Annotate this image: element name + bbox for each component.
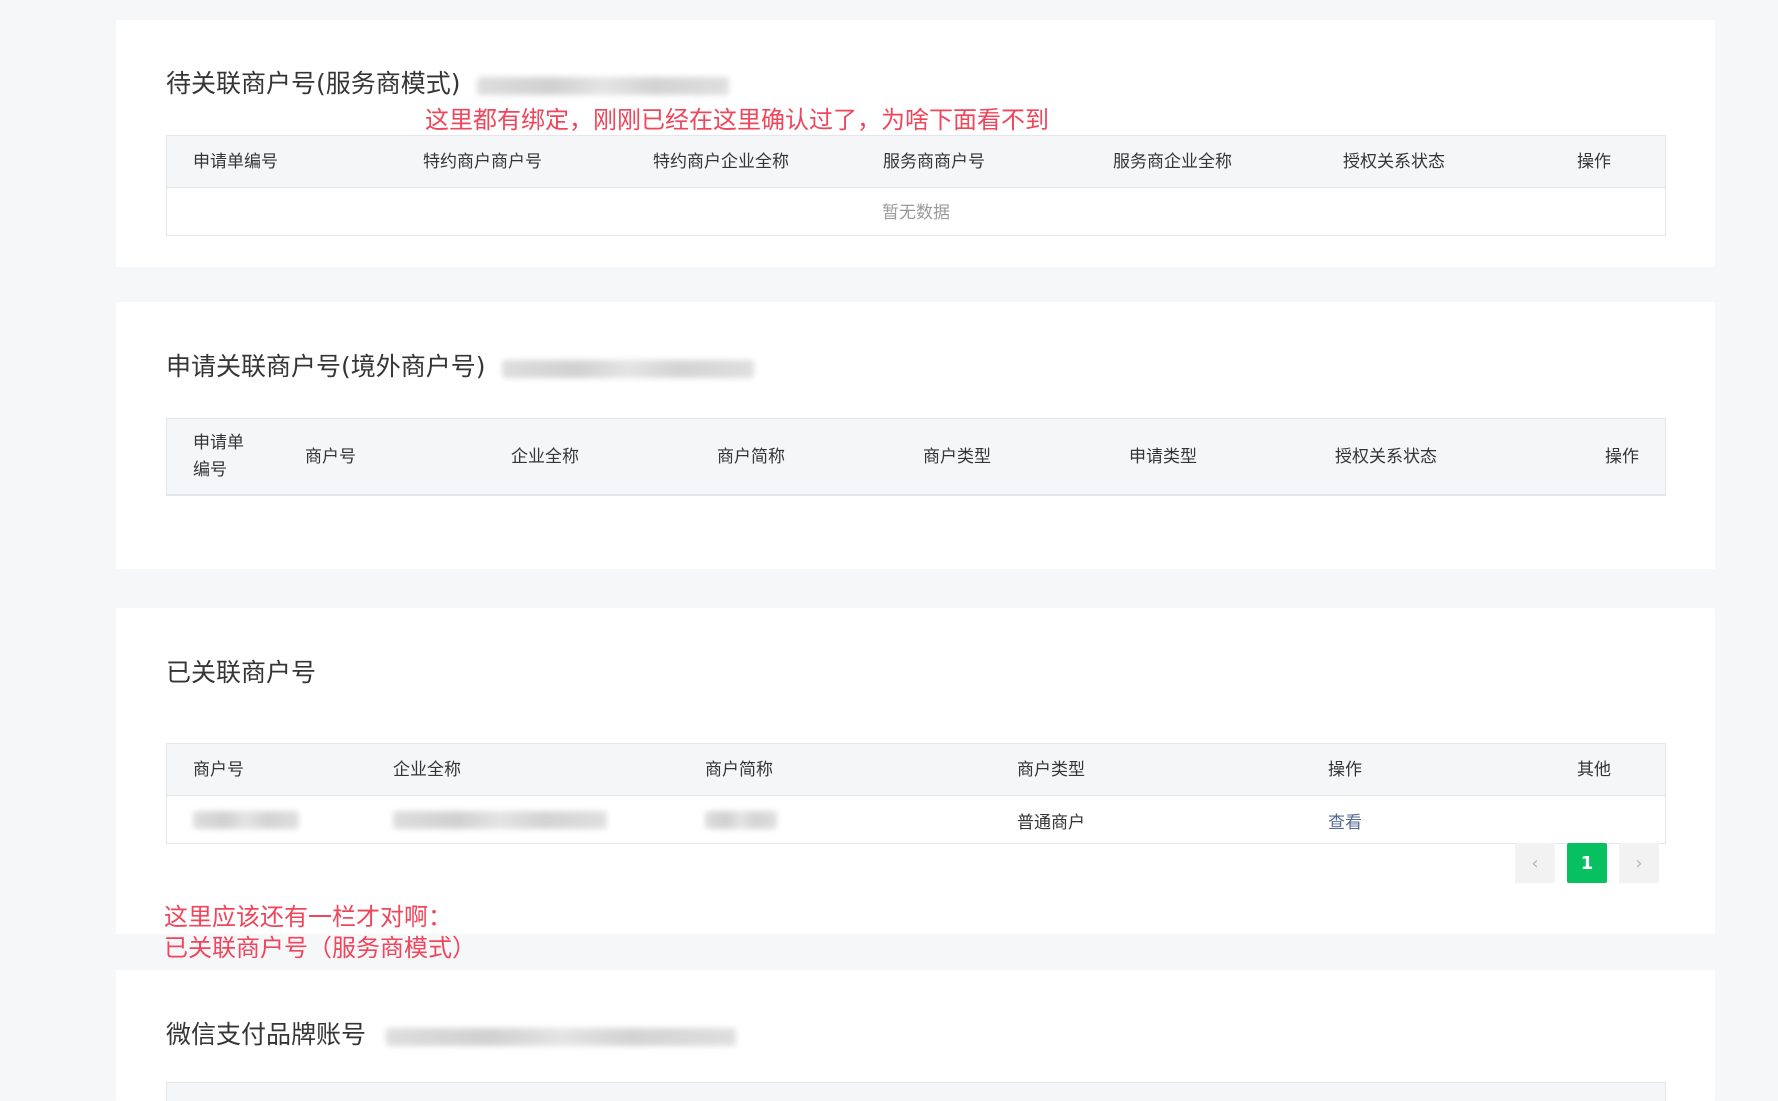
overseas-merchant-card: 申请关联商户号(境外商户号) 申请单编号 商户号 企业全称 商户简称 商户类型 …: [116, 302, 1715, 569]
pending-merchant-table: 申请单编号 特约商户商户号 特约商户企业全称 服务商商户号 服务商企业全称 授权…: [166, 135, 1666, 236]
masked-short-name: [705, 811, 777, 829]
column-header: 商户简称: [717, 446, 785, 467]
column-header: 服务商企业全称: [1113, 151, 1232, 172]
column-header: 授权关系状态: [1343, 151, 1445, 172]
masked-company-name: [393, 811, 607, 829]
column-header: 授权关系状态: [1335, 446, 1437, 467]
column-header: 申请类型: [1129, 446, 1197, 467]
empty-state: 暂无数据: [882, 203, 950, 223]
column-header: 特约商户商户号: [423, 151, 542, 172]
masked-brand-id: [386, 1028, 736, 1046]
table-header: 申请单编号 商户号 企业全称 商户简称 商户类型 申请类型 授权关系状态 操作: [167, 419, 1665, 495]
linked-merchant-title: 已关联商户号: [166, 658, 317, 687]
brand-account-card: 微信支付品牌账号: [116, 970, 1715, 1101]
table-row: 普通商户 查看: [167, 796, 1665, 844]
column-header: 企业全称: [511, 446, 579, 467]
pagination-page-1[interactable]: 1: [1567, 843, 1607, 883]
pagination-prev-button[interactable]: ‹: [1515, 843, 1555, 883]
linked-merchant-table: 商户号 企业全称 商户简称 商户类型 操作 其他 普通商户 查看: [166, 743, 1666, 844]
annotation-missing-section-line1: 这里应该还有一栏才对啊：: [164, 903, 452, 931]
masked-account-id: [502, 360, 754, 378]
column-header: 其他: [1577, 759, 1611, 780]
brand-account-title: 微信支付品牌账号: [166, 1020, 367, 1049]
view-link[interactable]: 查看: [1328, 796, 1362, 844]
column-header: 操作: [1577, 151, 1611, 172]
column-header: 操作: [1605, 446, 1639, 467]
table-header: 申请单编号 特约商户商户号 特约商户企业全称 服务商商户号 服务商企业全称 授权…: [167, 136, 1665, 188]
column-header: 服务商商户号: [883, 151, 985, 172]
column-header: 商户类型: [923, 446, 991, 467]
pagination-next-button[interactable]: ›: [1619, 843, 1659, 883]
column-header: 企业全称: [393, 759, 461, 780]
column-header: 申请单编号: [193, 433, 244, 480]
annotation-missing-section-line2: 已关联商户号（服务商模式）: [164, 934, 476, 962]
table-header: 商户号 企业全称 商户简称 商户类型 操作 其他: [167, 744, 1665, 796]
brand-table-header: [166, 1082, 1666, 1101]
linked-merchant-card: 已关联商户号 商户号 企业全称 商户简称 商户类型 操作 其他 普通商户 查看 …: [116, 608, 1715, 934]
column-header: 操作: [1328, 759, 1362, 780]
column-header: 商户号: [305, 446, 356, 467]
column-header: 申请单编号: [193, 151, 278, 172]
column-header: 特约商户企业全称: [653, 151, 789, 172]
pending-merchant-card: 待关联商户号(服务商模式) 申请单编号 特约商户商户号 特约商户企业全称 服务商…: [116, 20, 1715, 267]
column-header: 商户类型: [1017, 759, 1085, 780]
overseas-merchant-title: 申请关联商户号(境外商户号): [166, 352, 486, 381]
masked-merchant-id: [193, 811, 299, 829]
merchant-type-cell: 普通商户: [1017, 812, 1085, 833]
column-header: 商户号: [193, 759, 244, 780]
masked-account-id: [477, 77, 729, 95]
annotation-bound-note: 这里都有绑定，刚刚已经在这里确认过了，为啥下面看不到: [425, 106, 1049, 134]
overseas-merchant-table: 申请单编号 商户号 企业全称 商户简称 商户类型 申请类型 授权关系状态 操作: [166, 418, 1666, 496]
pending-merchant-title: 待关联商户号(服务商模式): [166, 69, 461, 98]
column-header: 商户简称: [705, 759, 773, 780]
